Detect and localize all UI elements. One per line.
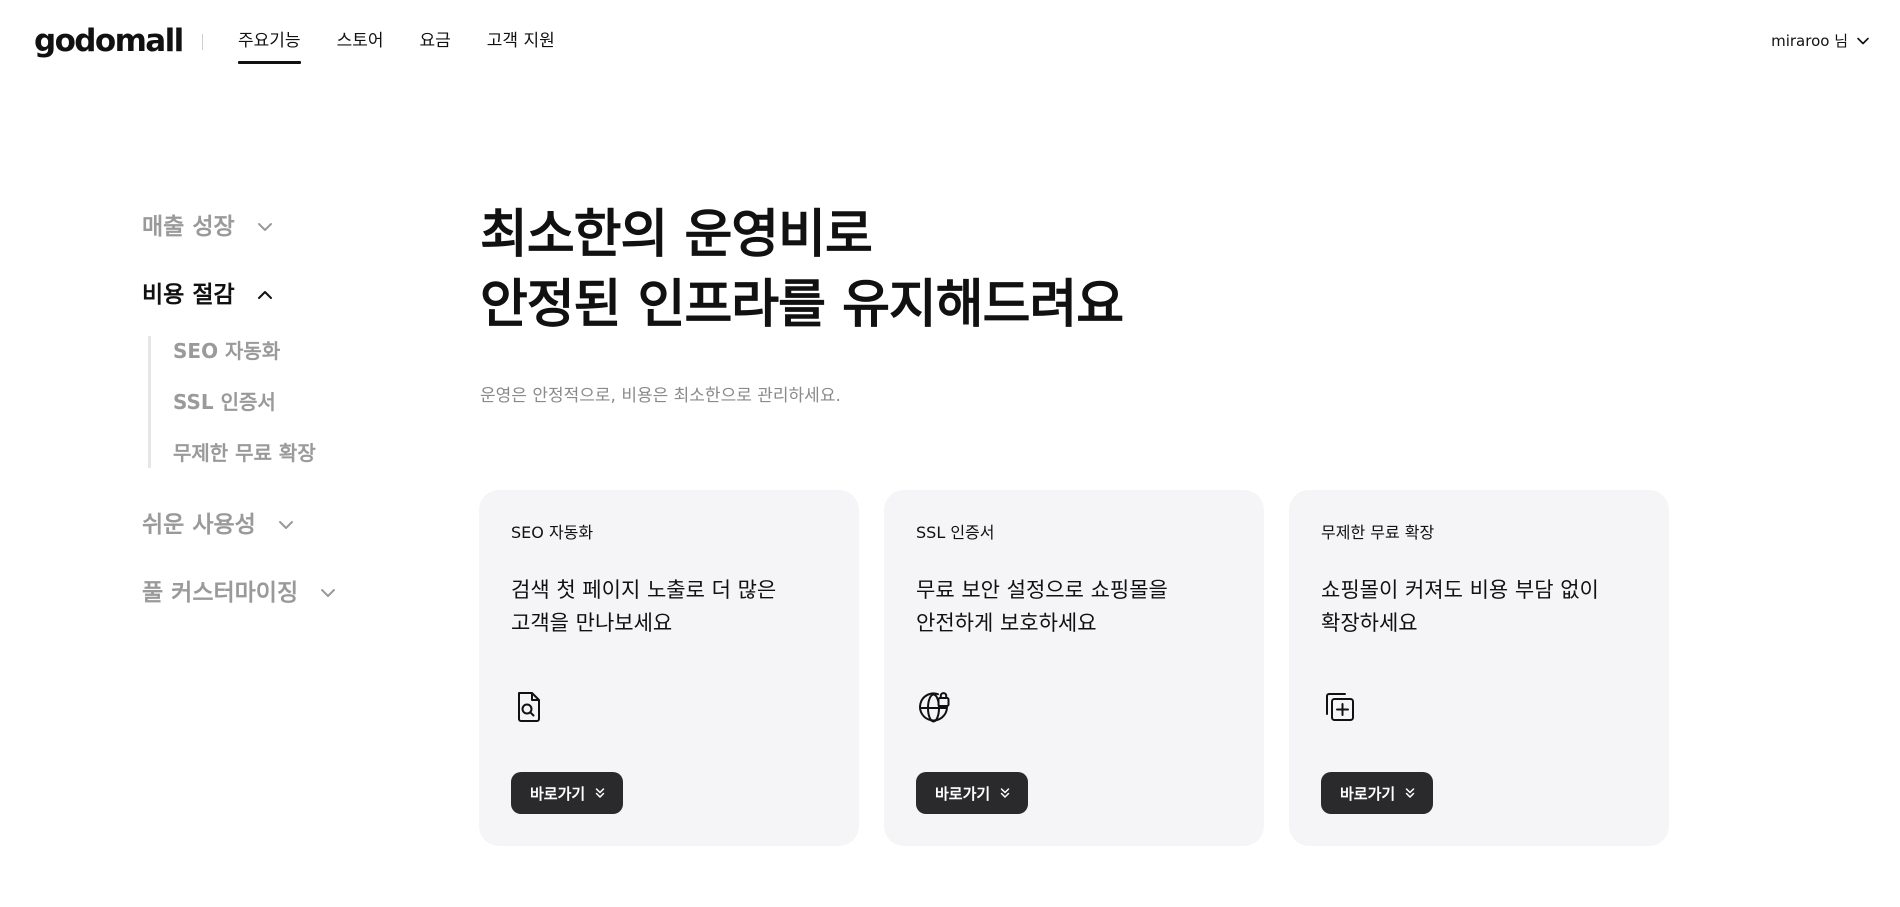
sidebar-group-label: 매출 성장 <box>142 214 235 240</box>
nav-item-store[interactable]: 스토어 <box>337 28 384 64</box>
sidebar-group-sales-growth[interactable]: 매출 성장 <box>142 210 442 244</box>
card-description: 검색 첫 페이지 노출로 더 많은 고객을 만나보세요 <box>511 574 831 640</box>
card-kicker: 무제한 무료 확장 <box>1321 523 1435 542</box>
cost-saving-submenu: SEO 자동화 SSL 인증서 무제한 무료 확장 <box>148 336 442 468</box>
card-description: 쇼핑몰이 커져도 비용 부담 없이 확장하세요 <box>1321 574 1641 640</box>
page-title-line: 안정된 인프라를 유지해드려요 <box>480 275 1124 335</box>
page-title: 최소한의 운영비로 안정된 인프라를 유지해드려요 <box>480 200 1124 340</box>
godomall-logo[interactable]: godomall <box>34 20 184 62</box>
feature-card-seo: SEO 자동화 검색 첫 페이지 노출로 더 많은 고객을 만나보세요 바로가기 <box>479 490 859 846</box>
page-title-line: 최소한의 운영비로 <box>480 205 873 265</box>
card-go-button[interactable]: 바로가기 <box>1321 772 1434 814</box>
nav-item-support[interactable]: 고객 지원 <box>487 28 555 64</box>
card-go-button[interactable]: 바로가기 <box>511 772 624 814</box>
chevron-down-icon <box>320 585 336 601</box>
sidebar-group-label: 쉬운 사용성 <box>142 512 256 538</box>
double-chevron-down-icon <box>1405 787 1415 799</box>
sidebar-item-free-expansion[interactable]: 무제한 무료 확장 <box>173 438 442 468</box>
card-go-button-label: 바로가기 <box>935 785 991 803</box>
document-search-icon <box>511 689 547 725</box>
feature-cards: SEO 자동화 검색 첫 페이지 노출로 더 많은 고객을 만나보세요 바로가기… <box>479 490 1669 846</box>
feature-card-ssl: SSL 인증서 무료 보안 설정으로 쇼핑몰을 안전하게 보호하세요 바로가기 <box>884 490 1264 846</box>
card-description-line: 확장하세요 <box>1321 611 1418 635</box>
double-chevron-down-icon <box>1000 787 1010 799</box>
feature-card-free-expansion: 무제한 무료 확장 쇼핑몰이 커져도 비용 부담 없이 확장하세요 바로가기 <box>1289 490 1669 846</box>
page-subtitle: 운영은 안정적으로, 비용은 최소한으로 관리하세요. <box>480 386 841 406</box>
chevron-down-icon <box>1856 34 1870 48</box>
copy-plus-icon <box>1321 689 1357 725</box>
nav-item-features[interactable]: 주요기능 <box>238 28 301 64</box>
card-description-line: 고객을 만나보세요 <box>511 611 673 635</box>
card-go-button-label: 바로가기 <box>1340 785 1396 803</box>
chevron-down-icon <box>257 219 273 235</box>
nav-item-pricing[interactable]: 요금 <box>419 28 450 64</box>
card-description: 무료 보안 설정으로 쇼핑몰을 안전하게 보호하세요 <box>916 574 1236 640</box>
card-kicker: SEO 자동화 <box>511 523 594 542</box>
globe-lock-icon <box>916 689 952 725</box>
sidebar-item-ssl[interactable]: SSL 인증서 <box>173 387 442 417</box>
card-go-button[interactable]: 바로가기 <box>916 772 1029 814</box>
card-description-line: 안전하게 보호하세요 <box>916 611 1097 635</box>
chevron-up-icon <box>257 287 273 303</box>
card-description-line: 검색 첫 페이지 노출로 더 많은 <box>511 578 777 602</box>
sidebar-group-ease-of-use[interactable]: 쉬운 사용성 <box>142 508 442 542</box>
user-name: miraroo 님 <box>1771 32 1848 50</box>
sidebar-group-customizing[interactable]: 풀 커스터마이징 <box>142 576 442 610</box>
card-kicker: SSL 인증서 <box>916 523 995 542</box>
card-go-button-label: 바로가기 <box>530 785 586 803</box>
main-nav: 주요기능 스토어 요금 고객 지원 <box>238 28 591 64</box>
feature-sidebar: 매출 성장 비용 절감 SEO 자동화 SSL 인증서 무제한 무료 확장 쉬운… <box>142 210 442 610</box>
sidebar-group-cost-saving[interactable]: 비용 절감 <box>142 278 442 312</box>
user-menu[interactable]: miraroo 님 <box>1771 30 1870 51</box>
card-description-line: 무료 보안 설정으로 쇼핑몰을 <box>916 578 1168 602</box>
sidebar-group-label: 비용 절감 <box>142 282 235 308</box>
sidebar-group-label: 풀 커스터마이징 <box>142 580 299 606</box>
header-divider <box>202 34 203 50</box>
card-description-line: 쇼핑몰이 커져도 비용 부담 없이 <box>1321 578 1599 602</box>
sidebar-item-seo[interactable]: SEO 자동화 <box>173 336 442 366</box>
top-header: godomall 주요기능 스토어 요금 고객 지원 miraroo 님 <box>0 0 1900 84</box>
double-chevron-down-icon <box>595 787 605 799</box>
chevron-down-icon <box>278 517 294 533</box>
